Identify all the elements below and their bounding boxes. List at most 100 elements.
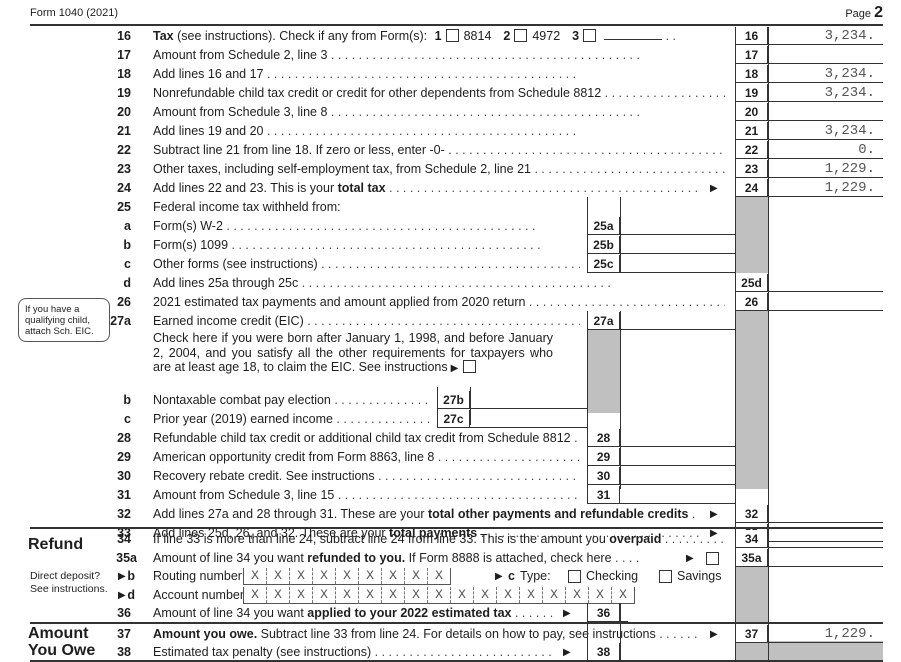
line-l28: 28 Refundable child tax credit or additio… bbox=[0, 429, 901, 448]
amount-field-l25c[interactable] bbox=[620, 255, 735, 273]
amount-field-l26[interactable] bbox=[768, 293, 883, 311]
account-digit[interactable]: X bbox=[243, 587, 266, 603]
amount-field-l22[interactable]: 0. bbox=[768, 141, 883, 159]
routing-number-input[interactable]: XXXXXXXXX bbox=[243, 568, 451, 585]
account-digit[interactable]: X bbox=[496, 587, 519, 603]
routing-label: Routing number bbox=[153, 569, 242, 583]
routing-digit[interactable]: X bbox=[266, 568, 289, 584]
account-digit[interactable]: X bbox=[519, 587, 542, 603]
routing-digit[interactable]: X bbox=[289, 568, 312, 584]
box-label-l25d: 25d bbox=[735, 274, 768, 292]
line-l21: 21 Add lines 19 and 20 . . . . . . . . . … bbox=[0, 122, 901, 141]
amount-field-l28[interactable] bbox=[620, 429, 735, 447]
account-digit[interactable]: X bbox=[335, 587, 358, 603]
routing-digit[interactable]: X bbox=[358, 568, 381, 584]
account-digit[interactable]: X bbox=[381, 587, 404, 603]
amount-field-l19[interactable]: 3,234. bbox=[768, 84, 883, 102]
amount-field-l17[interactable] bbox=[768, 46, 883, 64]
line-description: Prior year (2019) earned income . . . . … bbox=[153, 410, 430, 429]
account-digit[interactable]: X bbox=[542, 587, 565, 603]
amount-field-l34[interactable] bbox=[768, 530, 883, 548]
line-number: 31 bbox=[117, 488, 131, 502]
account-number-input[interactable]: XXXXXXXXXXXXXXXXX bbox=[243, 587, 635, 604]
box-label-l30: 30 bbox=[587, 467, 620, 485]
line-description: Other taxes, including self-employment t… bbox=[153, 160, 725, 179]
amount-field-l20[interactable] bbox=[768, 103, 883, 121]
account-digit[interactable]: X bbox=[450, 587, 473, 603]
line-number: 16 bbox=[117, 29, 131, 43]
routing-digit[interactable]: X bbox=[381, 568, 404, 584]
text: Add lines 25a through 25c bbox=[153, 276, 299, 290]
line-l19: 19 Nonrefundable child tax credit or cred… bbox=[0, 84, 901, 103]
checkbox-form-4972[interactable] bbox=[514, 29, 528, 42]
leader-dots: . . . . . . . . . . . . . . . . . . . . … bbox=[321, 257, 580, 271]
arrow-icon: ▶ bbox=[563, 608, 571, 619]
line-number: 30 bbox=[117, 469, 131, 483]
account-digit[interactable]: X bbox=[358, 587, 381, 603]
amount-field-l35a[interactable] bbox=[768, 549, 883, 567]
text: Nontaxable combat pay election bbox=[153, 393, 331, 407]
account-digit[interactable]: X bbox=[266, 587, 289, 603]
amount-field-l21[interactable]: 3,234. bbox=[768, 122, 883, 140]
amount-field-l27c[interactable] bbox=[470, 410, 587, 428]
account-digit[interactable]: X bbox=[427, 587, 450, 603]
amount-field-l29[interactable] bbox=[620, 448, 735, 466]
line-number: 25 bbox=[117, 200, 131, 214]
checkbox-form-8888[interactable] bbox=[706, 552, 719, 565]
amount-field-l37[interactable]: 1,229. bbox=[768, 625, 883, 643]
amount-field-l31[interactable] bbox=[620, 486, 735, 504]
box-label-l16: 16 bbox=[735, 27, 768, 45]
line-number: 35a bbox=[116, 551, 137, 565]
account-digit[interactable]: X bbox=[404, 587, 427, 603]
account-digit[interactable]: X bbox=[473, 587, 496, 603]
amount-field-l36-area[interactable] bbox=[620, 604, 735, 623]
box-label-l32: 32 bbox=[735, 505, 768, 523]
amount-field-l25a[interactable] bbox=[620, 217, 735, 235]
checkbox-eic-age[interactable] bbox=[463, 360, 477, 373]
rule-inner bbox=[470, 387, 471, 425]
amount-field-l25d[interactable] bbox=[768, 274, 883, 292]
leader-dots: . . . . . . . . . . . . . . . . . . . . … bbox=[437, 450, 580, 464]
checkbox-checking[interactable] bbox=[568, 570, 581, 583]
account-digit[interactable]: X bbox=[611, 587, 634, 603]
checkbox-form-other[interactable] bbox=[583, 29, 597, 42]
line-description: Add lines 16 and 17 . . . . . . . . . . … bbox=[153, 65, 725, 84]
line-description: Nonrefundable child tax credit or credit… bbox=[153, 84, 725, 103]
amount-field-l24[interactable]: 1,229. bbox=[768, 179, 883, 197]
amount-field-l18[interactable]: 3,234. bbox=[768, 65, 883, 83]
line-number: 28 bbox=[117, 431, 131, 445]
amount-field-l23[interactable]: 1,229. bbox=[768, 160, 883, 178]
text: Check here if you were born after Januar… bbox=[153, 331, 553, 374]
routing-digit[interactable]: X bbox=[312, 568, 335, 584]
line-number: 24 bbox=[117, 181, 131, 195]
amount-owe-divider bbox=[30, 622, 883, 624]
bold-text: Tax bbox=[153, 29, 174, 43]
checkbox-savings[interactable] bbox=[659, 570, 672, 583]
checkbox-form-8814[interactable] bbox=[445, 29, 459, 42]
line-l29: 29 American opportunity credit from Form … bbox=[0, 448, 901, 467]
amount-field-l27a[interactable] bbox=[620, 312, 735, 330]
other-form-input[interactable] bbox=[604, 27, 663, 40]
rule-inner bbox=[620, 311, 621, 489]
routing-digit[interactable]: X bbox=[427, 568, 450, 584]
account-digit[interactable]: X bbox=[289, 587, 312, 603]
amount-field-l25b[interactable] bbox=[620, 236, 735, 254]
account-digit[interactable]: X bbox=[588, 587, 611, 603]
bold-text: total tax bbox=[337, 181, 386, 195]
line-description: Add lines 19 and 20 . . . . . . . . . . … bbox=[153, 122, 725, 141]
routing-digit[interactable]: X bbox=[335, 568, 358, 584]
line-description: American opportunity credit from Form 88… bbox=[153, 448, 580, 467]
amount-field-l32[interactable] bbox=[768, 505, 883, 523]
line-description: Amount from Schedule 3, line 15 . . . . … bbox=[153, 486, 580, 505]
line-description: Federal income tax withheld from: bbox=[153, 198, 580, 217]
amount-field-l16[interactable]: 3,234. bbox=[768, 27, 883, 45]
amount-field-l27b[interactable] bbox=[470, 391, 587, 409]
account-digit[interactable]: X bbox=[312, 587, 335, 603]
routing-digit[interactable]: X bbox=[243, 568, 266, 584]
text: Add lines 22 and 23. This is your bbox=[153, 181, 338, 195]
text: Add lines 27a and 28 through 31. These a… bbox=[153, 507, 428, 521]
routing-digit[interactable]: X bbox=[404, 568, 427, 584]
account-digit[interactable]: X bbox=[565, 587, 588, 603]
line-description: 2021 estimated tax payments and amount a… bbox=[153, 293, 725, 312]
amount-field-l30[interactable] bbox=[620, 467, 735, 485]
